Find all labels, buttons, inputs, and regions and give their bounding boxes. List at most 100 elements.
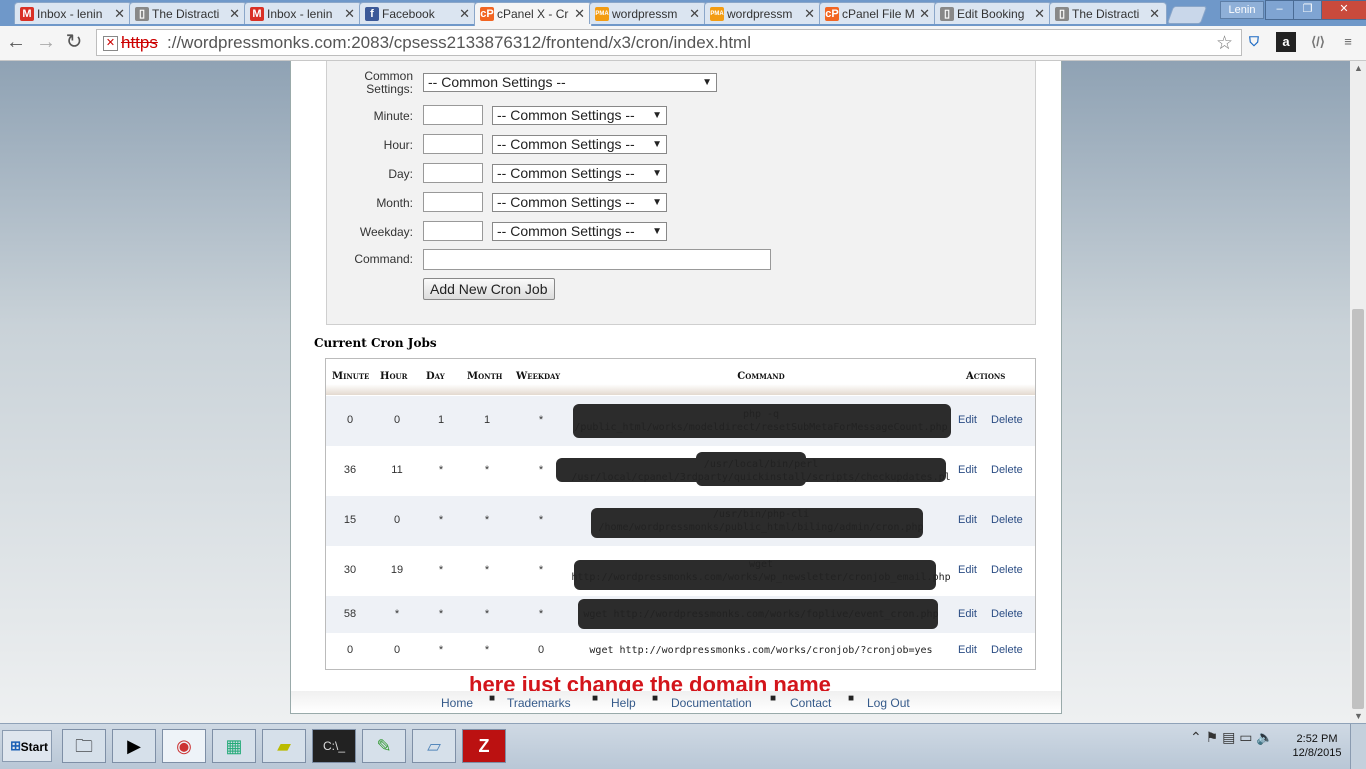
column-header: Month	[467, 371, 503, 382]
tab-close-icon[interactable]: ✕	[804, 6, 815, 22]
field-common-select[interactable]: -- Common Settings -- ▼	[492, 193, 667, 212]
field-common-select[interactable]: -- Common Settings -- ▼	[492, 164, 667, 183]
tray-network-icon[interactable]: ▤	[1222, 729, 1235, 745]
scrollbar-thumb[interactable]	[1352, 309, 1364, 709]
delete-link[interactable]: Delete	[991, 514, 1023, 526]
tray-volume-icon[interactable]: 🔈	[1256, 729, 1273, 745]
edit-link[interactable]: Edit	[958, 414, 977, 426]
tab-close-icon[interactable]: ✕	[1034, 6, 1045, 22]
field-input[interactable]	[423, 221, 483, 241]
delete-link[interactable]: Delete	[991, 464, 1023, 476]
scroll-up-icon[interactable]: ▲	[1354, 63, 1363, 73]
reload-icon[interactable]: ↻	[62, 31, 86, 55]
bookmark-star-icon[interactable]: ☆	[1216, 32, 1233, 55]
footer-link[interactable]: Help	[611, 696, 636, 710]
column-header: Actions	[966, 371, 1006, 382]
common-settings-select[interactable]: -- Common Settings -- ▼	[423, 73, 717, 92]
tab-label: cPanel X - Cr	[497, 7, 569, 21]
browser-tab[interactable]: cP cPanel File M ✕	[819, 2, 937, 24]
browser-tab[interactable]: f Facebook ✕	[359, 2, 477, 24]
back-arrow-icon[interactable]: ←	[4, 31, 28, 55]
minimize-button[interactable]: ‒	[1265, 0, 1294, 20]
amazon-extension-icon[interactable]: a	[1276, 32, 1296, 52]
start-button[interactable]: ⊞ Start	[2, 730, 52, 762]
filezilla-icon[interactable]: Z	[462, 729, 506, 763]
page-icon: ▯	[135, 7, 149, 21]
footer-link[interactable]: Trademarks	[507, 696, 571, 710]
edit-link[interactable]: Edit	[958, 608, 977, 620]
profile-badge[interactable]: Lenin	[1220, 1, 1264, 19]
shield-extension-icon[interactable]: ⛉	[1244, 32, 1264, 52]
apps-grid-icon[interactable]: ▦	[212, 729, 256, 763]
browser-tab[interactable]: cP cPanel X - Cr ✕	[474, 2, 592, 26]
cpanel-icon: cP	[480, 7, 494, 21]
edit-link[interactable]: Edit	[958, 514, 977, 526]
field-common-select[interactable]: -- Common Settings -- ▼	[492, 222, 667, 241]
scroll-down-icon[interactable]: ▼	[1354, 711, 1363, 721]
tray-flag-icon[interactable]: ⚑	[1206, 729, 1219, 745]
column-header: Weekday	[516, 371, 561, 382]
tab-close-icon[interactable]: ✕	[344, 6, 355, 22]
delete-link[interactable]: Delete	[991, 608, 1023, 620]
browser-tab[interactable]: M Inbox - lenin ✕	[244, 2, 362, 24]
add-cron-job-button[interactable]: Add New Cron Job	[423, 278, 555, 300]
footer-link[interactable]: Contact	[790, 696, 831, 710]
delete-link[interactable]: Delete	[991, 414, 1023, 426]
footer-link[interactable]: Home	[441, 696, 473, 710]
forward-arrow-icon[interactable]: →	[34, 31, 58, 55]
delete-link[interactable]: Delete	[991, 564, 1023, 576]
cell-month: *	[484, 644, 490, 656]
tray-expand-icon[interactable]: ⌃	[1190, 729, 1202, 745]
cell-minute: 36	[343, 464, 357, 476]
clock-time: 2:52 PM	[1296, 733, 1338, 745]
field-common-select[interactable]: -- Common Settings -- ▼	[492, 106, 667, 125]
notepad-icon[interactable]: ▱	[412, 729, 456, 763]
address-bar[interactable]: ✕ https ://wordpressmonks.com:2083/cpses…	[96, 29, 1242, 56]
show-desktop-button[interactable]	[1350, 724, 1366, 769]
field-input[interactable]	[423, 134, 483, 154]
tab-close-icon[interactable]: ✕	[919, 6, 930, 22]
edit-link[interactable]: Edit	[958, 644, 977, 656]
tab-close-icon[interactable]: ✕	[459, 6, 470, 22]
cell-month: *	[484, 514, 490, 526]
devtools-extension-icon[interactable]: ⟨/⟩	[1308, 32, 1328, 52]
table-row: 0 0 1 1 * php -q/public_html/works/modeldirec…	[326, 396, 1035, 446]
edit-link[interactable]: Edit	[958, 464, 977, 476]
chrome-icon[interactable]: ◉	[162, 729, 206, 763]
tab-close-icon[interactable]: ✕	[229, 6, 240, 22]
footer-link[interactable]: Log Out	[867, 696, 910, 710]
tab-close-icon[interactable]: ✕	[1149, 6, 1160, 22]
tab-close-icon[interactable]: ✕	[114, 6, 125, 22]
field-input[interactable]	[423, 163, 483, 183]
command-prompt-icon[interactable]: C:\_	[312, 729, 356, 763]
restore-button[interactable]: ❐	[1293, 0, 1322, 20]
command-line: http://wordpressmonks.com/works/wp_newsl…	[571, 572, 951, 583]
tray-battery-icon[interactable]: ▭	[1239, 729, 1252, 745]
browser-tab[interactable]: PMA wordpressm ✕	[589, 2, 707, 24]
footer-link[interactable]: Documentation	[671, 696, 752, 710]
close-window-button[interactable]: ✕	[1321, 0, 1366, 20]
edit-link[interactable]: Edit	[958, 564, 977, 576]
command-input[interactable]	[423, 249, 771, 270]
browser-tab[interactable]: M Inbox - lenin ✕	[14, 2, 132, 24]
delete-link[interactable]: Delete	[991, 644, 1023, 656]
chart-editor-icon[interactable]: ✎	[362, 729, 406, 763]
menu-icon[interactable]: ≡	[1338, 32, 1358, 52]
browser-tab[interactable]: ▯ Edit Booking ✕	[934, 2, 1052, 24]
new-tab-button[interactable]	[1166, 6, 1208, 24]
browser-tab[interactable]: ▯ The Distracti ✕	[1049, 2, 1167, 24]
browser-tab[interactable]: PMA wordpressm ✕	[704, 2, 822, 24]
file-explorer-icon[interactable]: 🗀	[62, 729, 106, 763]
vertical-scrollbar[interactable]: ▲ ▼	[1350, 61, 1366, 723]
field-input[interactable]	[423, 105, 483, 125]
field-common-select[interactable]: -- Common Settings -- ▼	[492, 135, 667, 154]
media-player-icon[interactable]: ▶	[112, 729, 156, 763]
dropdown-arrow-icon: ▼	[652, 197, 662, 208]
tab-close-icon[interactable]: ✕	[574, 6, 585, 22]
clock[interactable]: 2:52 PM 12/8/2015	[1289, 732, 1345, 760]
browser-tab[interactable]: ▯ The Distracti ✕	[129, 2, 247, 24]
sticky-notes-icon[interactable]: ▰	[262, 729, 306, 763]
field-input[interactable]	[423, 192, 483, 212]
tab-close-icon[interactable]: ✕	[689, 6, 700, 22]
broken-lock-icon[interactable]: ✕	[103, 36, 118, 51]
